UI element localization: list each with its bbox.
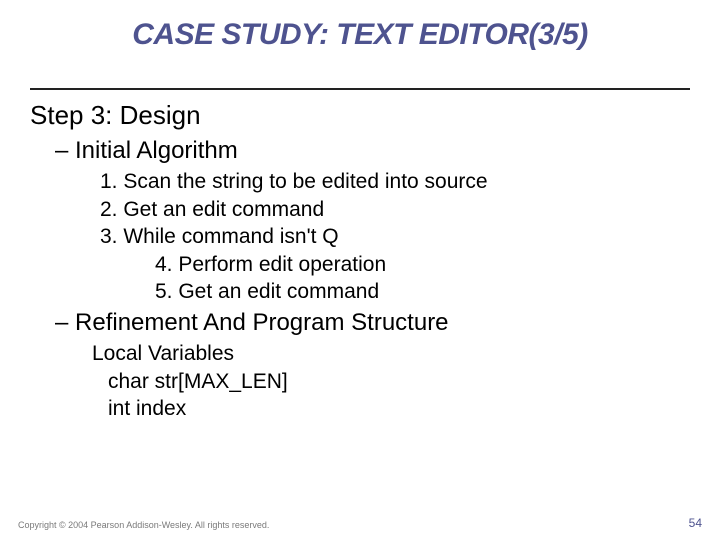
title-underline — [30, 88, 690, 90]
slide-title: CASE STUDY: TEXT EDITOR(3/5) — [0, 0, 720, 58]
algo-step-5: 5. Get an edit command — [155, 279, 720, 305]
algo-step-1: 1. Scan the string to be edited into sou… — [100, 169, 720, 195]
step-heading: Step 3: Design — [30, 100, 690, 131]
subheading-refinement: – Refinement And Program Structure — [55, 309, 720, 337]
local-variables-heading: Local Variables — [92, 341, 720, 367]
copyright-footer: Copyright © 2004 Pearson Addison-Wesley.… — [18, 520, 269, 530]
subheading-initial-algorithm: – Initial Algorithm — [55, 137, 720, 165]
algo-step-2: 2. Get an edit command — [100, 197, 720, 223]
slide: CASE STUDY: TEXT EDITOR(3/5) Step 3: Des… — [0, 0, 720, 540]
local-variable-2: int index — [108, 396, 720, 422]
page-number: 54 — [689, 516, 702, 530]
algo-step-4: 4. Perform edit operation — [155, 252, 720, 278]
algo-step-3: 3. While command isn't Q — [100, 224, 720, 250]
local-variable-1: char str[MAX_LEN] — [108, 369, 720, 395]
